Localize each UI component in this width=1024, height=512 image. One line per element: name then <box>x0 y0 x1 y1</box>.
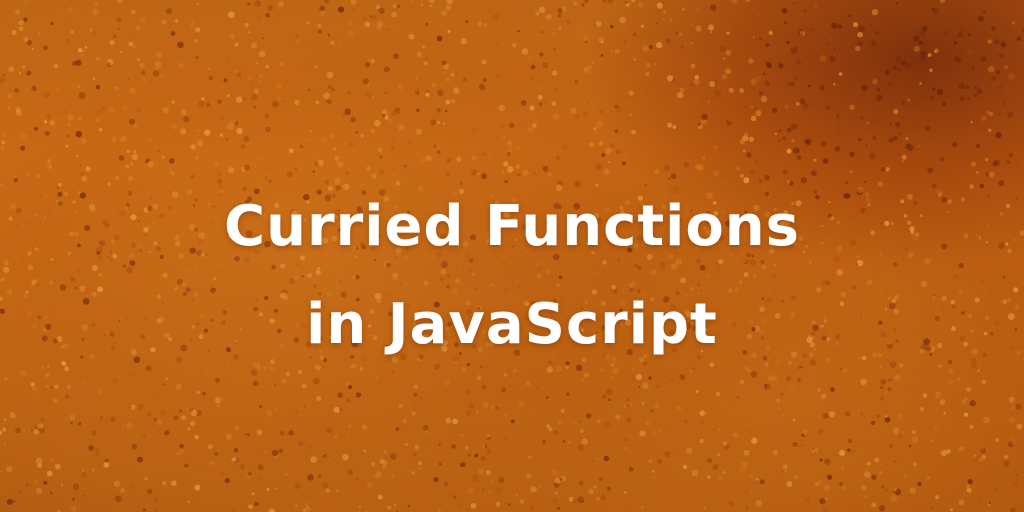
page-title: Curried Functions in JavaScript <box>0 178 1024 374</box>
title-line-1: Curried Functions <box>224 194 800 259</box>
banner: Curried Functions in JavaScript <box>0 0 1024 512</box>
title-line-2: in JavaScript <box>306 292 718 357</box>
